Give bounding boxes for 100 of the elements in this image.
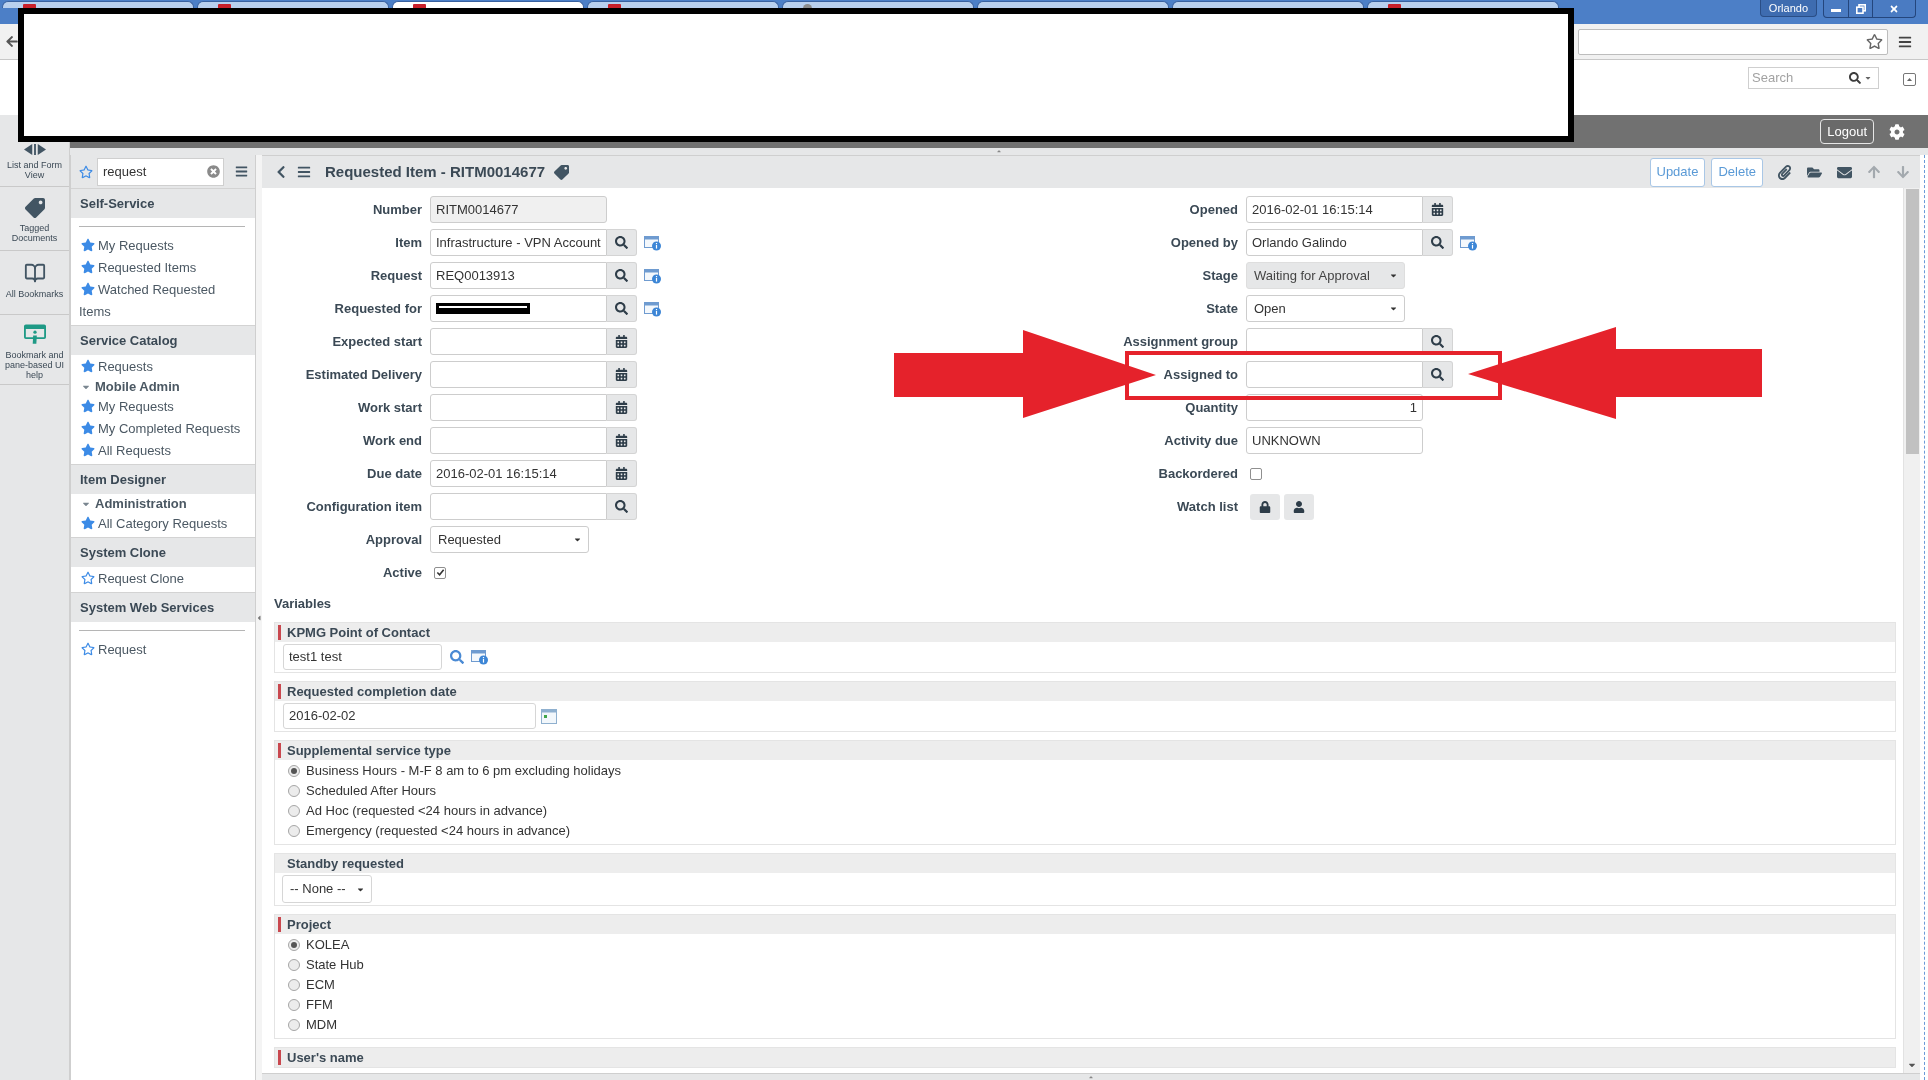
panel-toggle-icon[interactable] <box>1903 73 1916 86</box>
star-icon[interactable] <box>81 421 95 435</box>
collapse-caret-icon[interactable] <box>995 148 1003 154</box>
star-icon[interactable] <box>81 642 95 656</box>
rail-button[interactable]: Bookmark and pane-based UI help <box>0 315 69 385</box>
lookup-button[interactable] <box>1423 361 1453 388</box>
date-field[interactable] <box>430 394 607 421</box>
collapse-caret-icon[interactable] <box>256 613 262 622</box>
rail-button[interactable]: All Bookmarks <box>0 251 69 315</box>
settings-icon[interactable] <box>1889 123 1905 140</box>
back-arrow-icon[interactable] <box>6 35 18 48</box>
rail-button[interactable]: List and Form View <box>0 143 69 187</box>
star-icon[interactable] <box>81 282 95 296</box>
radio-button[interactable] <box>288 979 300 991</box>
nav-group[interactable]: Mobile Admin <box>79 378 247 396</box>
radio-button[interactable] <box>288 1019 300 1031</box>
info-card-icon[interactable] <box>471 649 489 665</box>
browser-tab[interactable] <box>1367 1 1559 8</box>
paperclip-icon[interactable] <box>1777 164 1792 180</box>
radio-button[interactable] <box>288 999 300 1011</box>
nav-link[interactable]: Watched Requested Items <box>79 279 245 323</box>
nav-section-header[interactable]: System Web Services <box>71 592 255 622</box>
lookup-button[interactable] <box>1423 229 1453 256</box>
date-field[interactable]: 2016-02-01 16:15:14 <box>1246 196 1423 223</box>
browser-tab[interactable] <box>2 1 194 8</box>
browser-tab[interactable] <box>197 1 389 8</box>
collapse-caret-icon[interactable] <box>1087 1074 1095 1080</box>
text-field[interactable]: UNKNOWN <box>1246 427 1423 454</box>
select-field[interactable]: Open <box>1246 295 1405 322</box>
reference-field[interactable]: REQ0013913 <box>430 262 607 289</box>
scrollbar[interactable] <box>1903 188 1920 1073</box>
menu-icon[interactable] <box>235 165 248 178</box>
star-icon[interactable] <box>81 571 95 585</box>
info-card-icon[interactable] <box>1460 234 1478 251</box>
radio-button[interactable] <box>288 765 300 777</box>
star-icon[interactable] <box>79 164 93 179</box>
info-card-icon[interactable] <box>644 267 662 284</box>
nav-group[interactable]: Administration <box>79 495 247 513</box>
radio-button[interactable] <box>288 959 300 971</box>
calendar-button[interactable] <box>607 427 637 454</box>
lookup-button[interactable] <box>607 493 637 520</box>
browser-tab[interactable] <box>977 1 1169 8</box>
mail-icon[interactable] <box>1837 164 1852 180</box>
nav-link[interactable]: Request <box>79 639 245 661</box>
reference-field[interactable]: test1 test <box>283 644 442 670</box>
filter-field[interactable]: request <box>97 157 224 186</box>
logout-button[interactable]: Logout <box>1820 119 1874 144</box>
search-icon[interactable] <box>1849 72 1861 84</box>
caret-icon[interactable] <box>1864 74 1872 82</box>
nav-section-header[interactable]: System Clone <box>71 537 255 567</box>
scrollbar-thumb[interactable] <box>1905 189 1919 454</box>
add-person-button[interactable] <box>1284 493 1314 520</box>
radio-button[interactable] <box>288 825 300 837</box>
rail-button[interactable]: Tagged Documents <box>0 187 69 251</box>
restore-button[interactable] <box>1849 0 1873 18</box>
nav-link[interactable]: My Requests <box>79 396 245 418</box>
text-field[interactable]: RITM0014677 <box>430 196 607 223</box>
bookmark-star-icon[interactable] <box>1866 33 1883 50</box>
info-card-icon[interactable] <box>644 300 662 317</box>
calendar-button[interactable] <box>1423 196 1453 223</box>
browser-tab[interactable] <box>782 1 974 8</box>
select-field[interactable]: Requested <box>430 526 589 553</box>
date-field[interactable] <box>430 361 607 388</box>
reference-field[interactable] <box>430 493 607 520</box>
star-icon[interactable] <box>81 359 95 373</box>
nav-link[interactable]: My Completed Requests <box>79 418 245 440</box>
menu-icon[interactable] <box>1898 34 1912 49</box>
date-field[interactable]: 2016-02-02 <box>283 703 536 729</box>
star-icon[interactable] <box>81 399 95 413</box>
back-icon[interactable] <box>276 165 286 179</box>
radio-button[interactable] <box>288 785 300 797</box>
nav-section-header[interactable]: Item Designer <box>71 464 255 494</box>
nav-section-header[interactable]: Service Catalog <box>71 325 255 355</box>
info-card-icon[interactable] <box>644 234 662 251</box>
lock-button[interactable] <box>1250 493 1280 520</box>
reference-field[interactable]: Orlando Galindo <box>1246 229 1423 256</box>
star-icon[interactable] <box>81 443 95 457</box>
nav-link[interactable]: Requested Items <box>79 257 245 279</box>
star-icon[interactable] <box>81 260 95 274</box>
menu-icon[interactable] <box>297 165 311 179</box>
nav-link[interactable]: All Category Requests <box>79 513 245 535</box>
browser-tab[interactable] <box>587 1 779 8</box>
browser-tab[interactable] <box>1172 1 1364 8</box>
close-button[interactable] <box>1873 0 1916 18</box>
calendar-button[interactable] <box>607 394 637 421</box>
checkbox[interactable] <box>1250 467 1262 480</box>
star-icon[interactable] <box>81 238 95 252</box>
radio-button[interactable] <box>288 939 300 951</box>
nav-link[interactable]: My Requests <box>79 235 245 257</box>
clear-icon[interactable] <box>207 165 220 178</box>
date-field[interactable] <box>430 427 607 454</box>
nav-link[interactable]: All Requests <box>79 440 245 462</box>
date-field[interactable]: 2016-02-01 16:15:14 <box>430 460 607 487</box>
star-icon[interactable] <box>81 516 95 530</box>
reference-field[interactable] <box>1246 361 1423 388</box>
reference-field[interactable]: Infrastructure - VPN Account <box>430 229 607 256</box>
select-field[interactable]: -- None -- <box>282 875 372 903</box>
minimize-button[interactable] <box>1823 0 1849 18</box>
date-field[interactable] <box>430 328 607 355</box>
nav-link[interactable]: Requests <box>79 356 245 378</box>
